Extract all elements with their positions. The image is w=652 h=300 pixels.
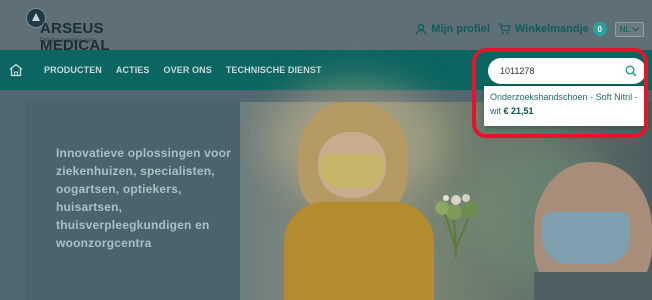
child-face-mask [320, 154, 384, 188]
brand-tagline: Driving superior care [40, 38, 96, 44]
nav-item-over-ons[interactable]: OVER ONS [164, 65, 212, 75]
chevron-down-icon [632, 25, 639, 34]
cart-count-badge: 0 [592, 22, 607, 36]
header-actions: Mijn profiel Winkelmandje 0 NL [415, 19, 644, 39]
page: ARSEUS MEDICAL Driving superior care Mij… [0, 0, 652, 300]
brand-name: ARSEUS MEDICAL [40, 20, 110, 54]
profile-label: Mijn profiel [431, 23, 490, 35]
profile-link[interactable]: Mijn profiel [415, 23, 490, 35]
search-box [488, 58, 646, 84]
search-suggestion-item[interactable]: Onderzoekshandschoen - Soft Nitril - wit… [490, 90, 644, 118]
hero-card: Innovatieve oplossingen voor ziekenhuize… [25, 102, 240, 300]
cart-label: Winkelmandje [514, 23, 589, 35]
nav-item-technische-dienst[interactable]: TECHNISCHE DIENST [226, 65, 322, 75]
nav-item-producten[interactable]: PRODUCTEN [44, 65, 102, 75]
search-suggestions: Onderzoekshandschoen - Soft Nitril - wit… [484, 86, 648, 126]
nav-item-acties[interactable]: ACTIES [116, 65, 150, 75]
cart-icon [498, 23, 511, 35]
search-input[interactable] [500, 58, 620, 84]
user-icon [415, 23, 427, 35]
hero-text: Innovatieve oplossingen voor ziekenhuize… [56, 146, 231, 250]
logo[interactable]: ARSEUS MEDICAL Driving superior care [26, 8, 166, 54]
nav-items: PRODUCTEN ACTIES OVER ONS TECHNISCHE DIE… [44, 65, 322, 75]
top-header: ARSEUS MEDICAL Driving superior care Mij… [0, 0, 652, 54]
search-icon[interactable] [624, 64, 638, 78]
hero-image [236, 82, 652, 300]
man-face-mask [542, 212, 630, 264]
flower-bouquet [435, 194, 478, 258]
language-value: NL [619, 24, 630, 34]
home-icon[interactable] [8, 62, 24, 83]
suggestion-price: € 21,51 [503, 106, 534, 116]
language-select[interactable]: NL [614, 21, 644, 37]
cart-link[interactable]: Winkelmandje 0 [498, 22, 607, 36]
